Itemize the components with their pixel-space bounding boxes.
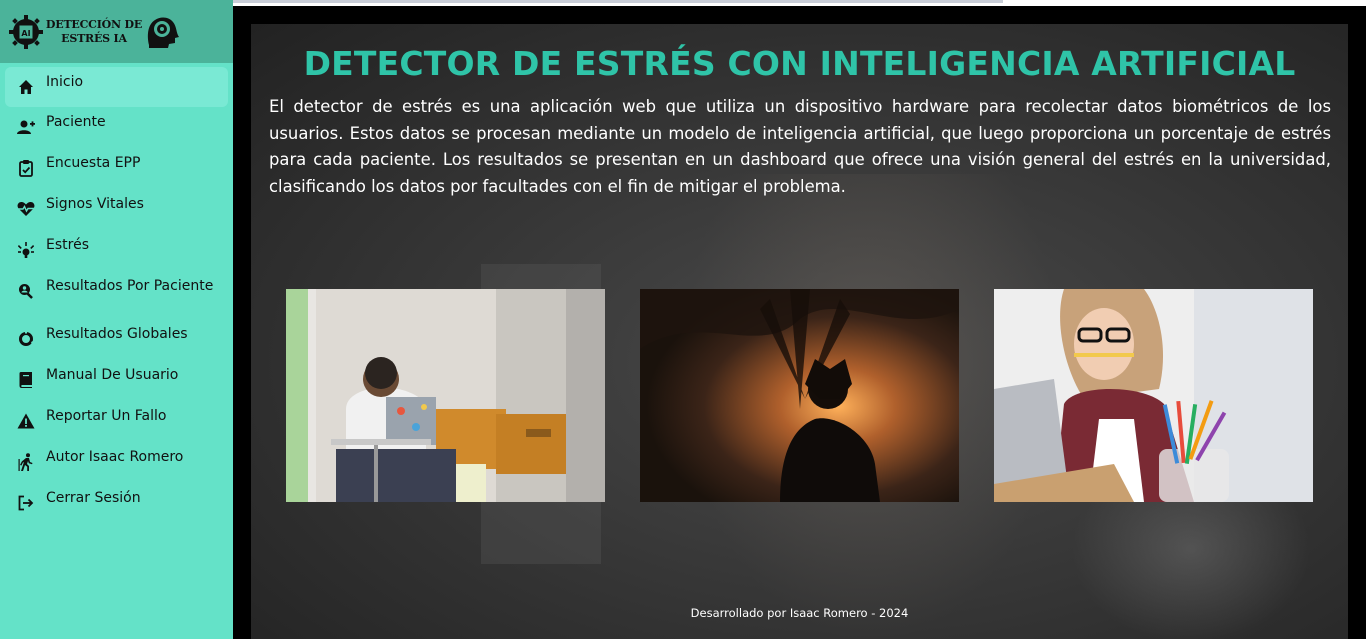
sidebar-item-label: Reportar Un Fallo [46,408,167,424]
sidebar-item-inicio[interactable]: Inicio [5,67,228,107]
description-text: El detector de estrés es una aplicación … [269,97,1331,196]
logout-icon [17,494,35,512]
sidebar-item-manual-de-usuario[interactable]: Manual De Usuario [5,360,228,401]
sidebar-item-reportar-un-fallo[interactable]: Reportar Un Fallo [5,401,228,442]
add-user-icon [17,118,35,136]
search-user-icon [17,282,35,300]
sidebar-item-label: Encuesta EPP [46,155,141,171]
sidebar-item-label: Signos Vitales [46,196,144,212]
sidebar-item-autor-isaac-romero[interactable]: Autor Isaac Romero [5,442,228,483]
woman-biting-pencil-photo [994,289,1313,502]
ai-chip-icon: AI [8,14,44,50]
main-content: DETECTOR DE ESTRÉS CON INTELIGENCIA ARTI… [233,6,1366,639]
clipboard-check-icon [17,159,35,177]
person-walking-icon [17,453,35,471]
sidebar-item-cerrar-sesion[interactable]: Cerrar Sesión [5,483,228,524]
brand-title: DETECCIÓN DE ESTRÉS IA [45,17,143,45]
sidebar-item-label: Estrés [46,237,89,253]
sidebar-item-signos-vitales[interactable]: Signos Vitales [5,189,228,230]
sidebar-item-resultados-globales[interactable]: Resultados Globales [5,319,228,360]
svg-text:AI: AI [21,29,30,38]
sidebar-item-label: Cerrar Sesión [46,490,141,506]
silhouette-sunset-photo [640,289,959,502]
sidebar-item-paciente[interactable]: Paciente [5,107,228,148]
sidebar-item-label: Autor Isaac Romero [46,449,184,465]
brand-header[interactable]: AI DETECCIÓN DE ESTRÉS IA [0,0,233,63]
brain-head-icon [144,14,184,50]
page-title: DETECTOR DE ESTRÉS CON INTELIGENCIA ARTI… [303,44,1296,83]
sidebar-item-estres[interactable]: Estrés [5,230,228,271]
sidebar-item-label: Manual De Usuario [46,367,179,383]
sidebar-item-label: Inicio [46,74,84,90]
sidebar-item-encuesta-epp[interactable]: Encuesta EPP [5,148,228,189]
donut-chart-icon [17,330,35,348]
sidebar-item-resultados-por-paciente[interactable]: Resultados Por Paciente [5,271,228,319]
warning-icon [17,412,35,430]
sidebar-nav: Inicio Paciente Encuesta EPP Signos Vita… [0,63,233,524]
hero-panel: DETECTOR DE ESTRÉS CON INTELIGENCIA ARTI… [251,24,1348,639]
sidebar: AI DETECCIÓN DE ESTRÉS IA Inicio Pacient… [0,0,233,639]
sidebar-item-label: Resultados Por Paciente [46,278,214,294]
heart-pulse-icon [17,200,35,218]
sidebar-item-label: Paciente [46,114,106,130]
stressed-student-laptop-photo [286,289,605,502]
stress-icon [17,241,35,259]
browser-top-line [233,0,1003,3]
sidebar-item-label: Resultados Globales [46,326,188,342]
book-icon [17,371,35,389]
home-icon [17,78,35,96]
footer-credit: Desarrollado por Isaac Romero - 2024 [690,606,909,620]
